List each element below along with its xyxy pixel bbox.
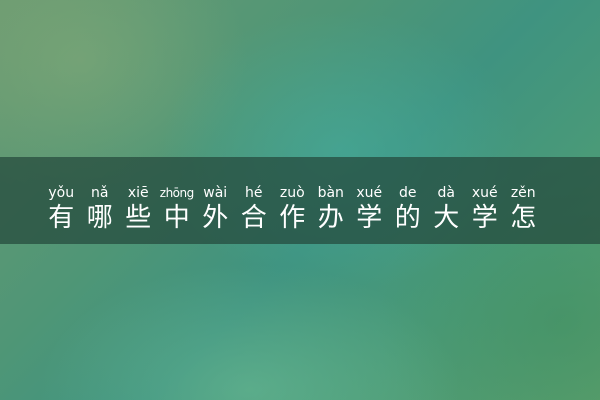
pinyin-title: yǒu 有 nǎ 哪 xiē 些 zhōng 中 wài 外 hé 合 zuò 作 bàn 办 …	[42, 157, 543, 244]
title-char: bàn 办	[312, 157, 351, 233]
pinyin-syllable: yǒu	[48, 185, 75, 201]
hanzi-char: 的	[394, 203, 421, 233]
hanzi-char: 外	[202, 203, 229, 233]
pinyin-syllable: dà	[437, 185, 455, 201]
pinyin-syllable: bàn	[317, 185, 344, 201]
title-char: nǎ 哪	[81, 157, 120, 233]
pinyin-syllable: zěn	[510, 185, 536, 201]
title-char: de 的	[389, 157, 428, 233]
pinyin-syllable: nǎ	[91, 185, 109, 201]
background-image: yǒu 有 nǎ 哪 xiē 些 zhōng 中 wài 外 hé 合 zuò 作 bàn 办 …	[0, 0, 600, 400]
pinyin-syllable: wài	[203, 185, 228, 201]
title-char: wài 外	[196, 157, 235, 233]
title-char: zuò 作	[273, 157, 312, 233]
title-char: xué 学	[466, 157, 505, 233]
hanzi-char: 学	[356, 203, 383, 233]
title-char: zěn 怎	[504, 157, 543, 233]
hanzi-char: 怎	[510, 203, 537, 233]
title-char: hé 合	[235, 157, 274, 233]
pinyin-syllable: xiē	[127, 185, 149, 201]
hanzi-char: 作	[279, 203, 306, 233]
pinyin-syllable: zuò	[279, 185, 305, 201]
title-banner: yǒu 有 nǎ 哪 xiē 些 zhōng 中 wài 外 hé 合 zuò 作 bàn 办 …	[0, 157, 600, 244]
hanzi-char: 中	[163, 203, 190, 233]
hanzi-char: 大	[433, 203, 460, 233]
pinyin-syllable: de	[399, 185, 417, 201]
hanzi-char: 办	[317, 203, 344, 233]
title-char: zhōng 中	[158, 157, 197, 233]
pinyin-syllable: xué	[471, 185, 498, 201]
hanzi-char: 合	[240, 203, 267, 233]
title-char: dà 大	[427, 157, 466, 233]
title-char: yǒu 有	[42, 157, 81, 233]
hanzi-char: 有	[48, 203, 75, 233]
pinyin-syllable: hé	[245, 185, 263, 201]
pinyin-syllable: zhōng	[159, 186, 194, 200]
pinyin-syllable: xué	[356, 185, 383, 201]
title-char: xiē 些	[119, 157, 158, 233]
hanzi-char: 哪	[86, 203, 113, 233]
hanzi-char: 些	[125, 203, 152, 233]
title-char: xué 学	[350, 157, 389, 233]
hanzi-char: 学	[471, 203, 498, 233]
